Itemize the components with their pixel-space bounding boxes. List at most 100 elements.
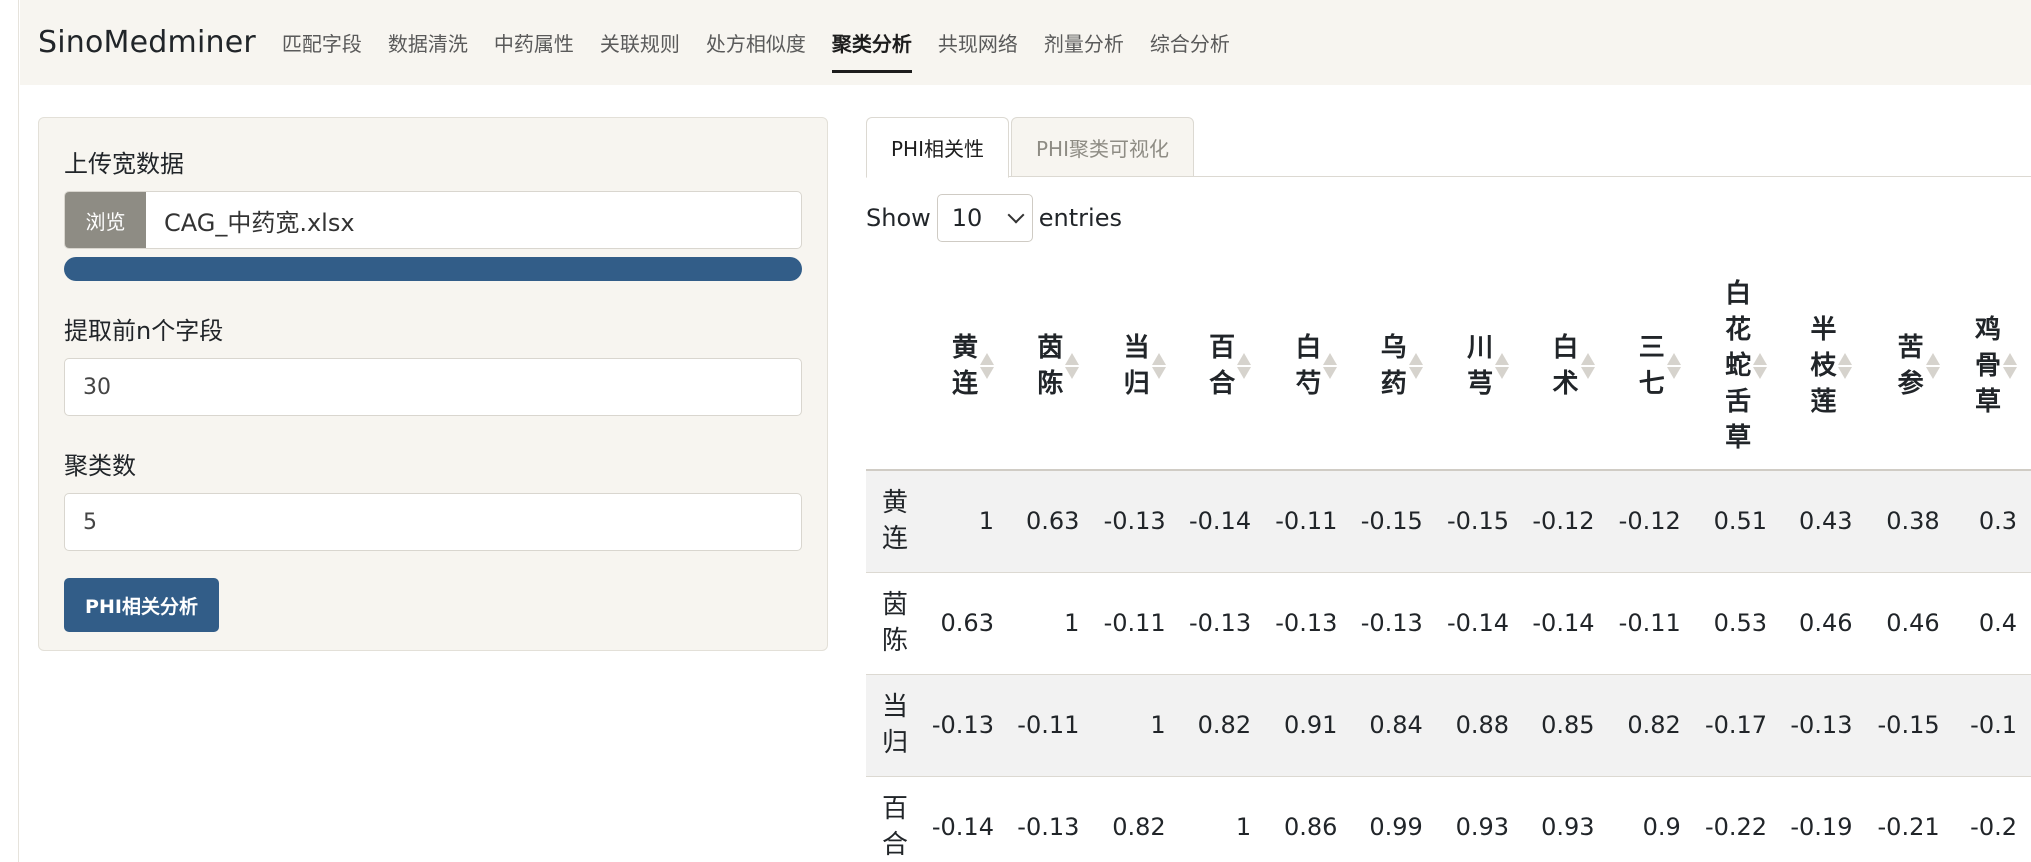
table-cell: 0.4 xyxy=(1953,572,2031,675)
table-cell: -0.13 xyxy=(923,674,1008,777)
table-cell: 0.86 xyxy=(1265,776,1352,862)
column-header-label: 鸡骨草 xyxy=(1975,314,2002,417)
column-header-label: 当归 xyxy=(1123,332,1150,399)
table-header-cell[interactable]: 茵陈 xyxy=(1007,262,1094,471)
column-header-label: 半枝莲 xyxy=(1810,314,1837,417)
table-cell: 0.46 xyxy=(1781,572,1867,675)
column-header-label: 白术 xyxy=(1552,332,1579,399)
nav-item-comprehensive-analysis[interactable]: 综合分析 xyxy=(1150,0,1230,85)
row-header: 茵陈 xyxy=(866,572,924,675)
table-cell: 0.88 xyxy=(1436,674,1524,777)
sort-icon xyxy=(1151,352,1166,379)
table-cell: -0.21 xyxy=(1866,776,1954,862)
table-header-row: 黄连 茵陈 当归 百合 白芍 乌药 川芎 白术 三七 白花蛇舌草 半枝莲 苦参 … xyxy=(866,262,2031,471)
table-cell: 0.3 xyxy=(1953,470,2031,573)
table-cell: -0.13 xyxy=(1093,470,1180,573)
table-header-cell[interactable]: 半枝莲 xyxy=(1781,262,1867,471)
table-row: 茵陈 0.63 1 -0.11 -0.13 -0.13 -0.13 -0.14 … xyxy=(866,572,2031,675)
nav-item-cluster-analysis[interactable]: 聚类分析 xyxy=(831,0,912,85)
browse-button[interactable]: 浏览 xyxy=(65,192,146,248)
table-cell: 0.46 xyxy=(1866,572,1954,675)
table-cell: -0.1 xyxy=(1953,674,2031,777)
table-cell: 0.93 xyxy=(1436,776,1524,862)
nav-item-dose-analysis[interactable]: 剂量分析 xyxy=(1044,0,1124,85)
brand-title[interactable]: SinoMedminer xyxy=(38,25,256,60)
clusters-label: 聚类数 xyxy=(64,452,136,480)
table-header-cell[interactable]: 当归 xyxy=(1093,262,1180,471)
phi-analysis-button[interactable]: PHI相关分析 xyxy=(64,578,219,632)
table-cell: -0.11 xyxy=(1007,674,1094,777)
page-left-border xyxy=(0,0,19,862)
table-cell: 0.93 xyxy=(1523,776,1609,862)
table-cell: -0.12 xyxy=(1523,470,1609,573)
result-tabs: PHI相关性 PHI聚类可视化 xyxy=(866,117,2031,178)
table-cell: -0.11 xyxy=(1093,572,1180,675)
table-cell: -0.11 xyxy=(1265,470,1352,573)
table-cell: -0.14 xyxy=(923,776,1008,862)
table-cell: -0.15 xyxy=(1351,470,1437,573)
table-cell: 0.38 xyxy=(1866,470,1954,573)
clusters-input[interactable]: 5 xyxy=(64,493,802,551)
sort-icon xyxy=(1495,352,1510,379)
table-cell: 0.82 xyxy=(1179,674,1266,777)
topn-input[interactable]: 30 xyxy=(64,358,802,416)
table-cell: 1 xyxy=(1179,776,1266,862)
nav-item-herb-properties[interactable]: 中药属性 xyxy=(494,0,574,85)
correlation-table-container[interactable]: 黄连 茵陈 当归 百合 白芍 乌药 川芎 白术 三七 白花蛇舌草 半枝莲 苦参 … xyxy=(866,262,2031,862)
column-header-label: 川芎 xyxy=(1467,332,1494,399)
table-cell: 0.91 xyxy=(1265,674,1352,777)
file-upload-field[interactable]: 浏览 CAG_中药宽.xlsx xyxy=(64,191,802,249)
tab-phi-cluster-visualization[interactable]: PHI聚类可视化 xyxy=(1011,117,1194,177)
column-header-label: 白花蛇舌草 xyxy=(1725,278,1752,453)
table-header-cell[interactable]: 乌药 xyxy=(1351,262,1437,471)
table-header-cell[interactable]: 白芍 xyxy=(1265,262,1352,471)
table-cell: 0.82 xyxy=(1608,674,1695,777)
table-cell: 0.85 xyxy=(1523,674,1609,777)
sort-icon xyxy=(1753,352,1768,379)
table-cell: 1 xyxy=(1093,674,1180,777)
sort-icon xyxy=(1580,352,1595,379)
table-cell: -0.14 xyxy=(1523,572,1609,675)
table-row: 百合 -0.14 -0.13 0.82 1 0.86 0.99 0.93 0.9… xyxy=(866,776,2031,862)
table-header-cell[interactable]: 鸡骨草 xyxy=(1953,262,2031,471)
table-header-cell[interactable]: 白术 xyxy=(1523,262,1609,471)
nav-item-association-rules[interactable]: 关联规则 xyxy=(600,0,680,85)
column-header-label: 黄连 xyxy=(951,332,978,399)
column-header-label: 百合 xyxy=(1209,332,1236,399)
table-cell: -0.13 xyxy=(1179,572,1266,675)
show-label: Show xyxy=(866,204,931,232)
table-header-cell[interactable]: 黄连 xyxy=(923,262,1008,471)
table-header-cell[interactable]: 百合 xyxy=(1179,262,1266,471)
sort-icon xyxy=(1065,352,1080,379)
table-row: 当归 -0.13 -0.11 1 0.82 0.91 0.84 0.88 0.8… xyxy=(866,674,2031,777)
tab-phi-correlation[interactable]: PHI相关性 xyxy=(866,117,1009,178)
table-cell: 1 xyxy=(923,470,1008,573)
top-navbar: SinoMedminer 匹配字段 数据清洗 中药属性 关联规则 处方相似度 聚… xyxy=(20,0,2031,85)
sort-icon xyxy=(2003,352,2017,379)
table-cell: 0.9 xyxy=(1608,776,1695,862)
table-cell: -0.12 xyxy=(1608,470,1695,573)
table-header-cell[interactable]: 三七 xyxy=(1608,262,1695,471)
nav-item-cooccurrence-network[interactable]: 共现网络 xyxy=(938,0,1018,85)
sidebar-panel: 上传宽数据 浏览 CAG_中药宽.xlsx 提取前n个字段 30 聚类数 5 P… xyxy=(38,117,828,651)
table-cell: 0.99 xyxy=(1351,776,1437,862)
column-header-label: 茵陈 xyxy=(1037,332,1064,399)
row-header: 百合 xyxy=(866,776,924,862)
table-header-cell[interactable]: 苦参 xyxy=(1866,262,1954,471)
table-header-cell[interactable]: 川芎 xyxy=(1436,262,1524,471)
column-header-label: 苦参 xyxy=(1897,332,1924,399)
nav-item-data-cleaning[interactable]: 数据清洗 xyxy=(388,0,468,85)
table-cell: 0.53 xyxy=(1694,572,1782,675)
column-header-label: 白芍 xyxy=(1295,332,1322,399)
table-header-cell[interactable]: 白花蛇舌草 xyxy=(1694,262,1782,471)
entries-select[interactable]: 10 xyxy=(936,194,1033,242)
table-cell: -0.15 xyxy=(1866,674,1954,777)
table-cell: -0.22 xyxy=(1694,776,1782,862)
table-cell: 0.63 xyxy=(1007,470,1094,573)
sort-icon xyxy=(1237,352,1252,379)
sort-icon xyxy=(1323,352,1338,379)
nav-item-match-fields[interactable]: 匹配字段 xyxy=(282,0,362,85)
nav-item-prescription-similarity[interactable]: 处方相似度 xyxy=(706,0,806,85)
table-cell: -0.2 xyxy=(1953,776,2031,862)
table-cell: -0.13 xyxy=(1351,572,1437,675)
